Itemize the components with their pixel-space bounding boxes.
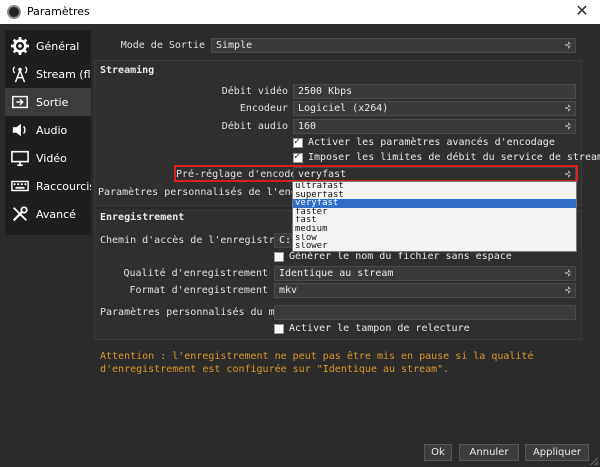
advanced-encoding-checkbox[interactable] (293, 136, 303, 148)
sidebar: Général Stream (flux) Sortie Audio Vidéo… (5, 30, 91, 235)
streaming-section-title: Streaming (100, 65, 155, 76)
replay-buffer-checkbox[interactable] (274, 323, 284, 334)
preset-option[interactable]: faster (293, 208, 576, 217)
bitrate-limits-checkbox[interactable] (293, 151, 303, 163)
muxer-settings-label: Paramètres personnalisés du muxer (100, 307, 299, 318)
preset-option[interactable]: superfast (293, 191, 576, 200)
audio-bitrate-select[interactable]: 160 (293, 119, 576, 134)
sidebar-item-label: Sortie (36, 95, 69, 109)
output-icon (9, 93, 31, 111)
no-space-filename-checkbox-row[interactable]: Générer le nom du fichier sans espace (274, 251, 512, 262)
sidebar-item-label: Audio (36, 123, 68, 137)
sidebar-item-output[interactable]: Sortie (5, 88, 91, 116)
sidebar-item-label: Vidéo (36, 151, 67, 165)
audio-bitrate-label: Débit audio (221, 121, 288, 132)
window-title: Paramètres (27, 5, 90, 18)
sidebar-item-advanced[interactable]: Avancé (5, 200, 91, 228)
sidebar-item-audio[interactable]: Audio (5, 116, 91, 144)
recording-quality-select[interactable]: Identique au stream (274, 266, 576, 281)
cancel-button[interactable]: Annuler (459, 444, 519, 461)
ok-button[interactable]: Ok (424, 444, 452, 461)
obs-logo-icon (7, 5, 21, 19)
title-bar: Paramètres ✕ (0, 0, 600, 24)
recording-path-label: Chemin d'accès de l'enregistrement (100, 235, 305, 246)
encoder-label: Encodeur (239, 103, 288, 114)
resize-grip-icon[interactable] (590, 457, 598, 465)
apply-button[interactable]: Appliquer (525, 444, 589, 461)
muxer-settings-input[interactable] (274, 305, 576, 320)
bitrate-limits-checkbox-row[interactable]: Imposer les limites de débit du service … (293, 151, 600, 163)
advanced-encoding-checkbox-row[interactable]: Activer les paramètres avancés d'encodag… (293, 136, 555, 148)
video-bitrate-label: Débit vidéo (221, 86, 288, 97)
preset-option[interactable]: slower (293, 242, 576, 251)
pause-warning-text: Attention : l'enregistrement ne peut pas… (100, 351, 534, 375)
keyboard-icon (9, 177, 31, 195)
preset-option[interactable]: slow (293, 234, 576, 243)
replay-buffer-label: Activer le tampon de relecture (289, 323, 470, 334)
monitor-icon (9, 149, 31, 167)
recording-section-title: Enregistrement (100, 212, 185, 223)
gear-icon (9, 37, 31, 55)
custom-encoder-settings-label: Paramètres personnalisés de l'encodeur (98, 187, 327, 198)
preset-option[interactable]: fast (293, 216, 576, 225)
preset-highlight-box (174, 165, 578, 182)
speaker-icon (9, 121, 31, 139)
antenna-icon (9, 65, 31, 83)
no-space-filename-checkbox[interactable] (274, 251, 284, 262)
close-icon[interactable]: ✕ (572, 1, 592, 20)
encoder-select[interactable]: Logiciel (x264) (293, 101, 576, 116)
video-bitrate-input[interactable]: 2500 Kbps (293, 84, 576, 99)
advanced-encoding-label: Activer les paramètres avancés d'encodag… (308, 137, 555, 148)
preset-option-selected[interactable]: veryfast (293, 199, 576, 208)
recording-format-select[interactable]: mkv (274, 283, 576, 298)
recording-quality-label: Qualité d'enregistrement (123, 268, 269, 279)
replay-buffer-checkbox-row[interactable]: Activer le tampon de relecture (274, 323, 470, 334)
sidebar-item-label: Général (36, 39, 80, 53)
preset-option[interactable]: medium (293, 225, 576, 234)
sidebar-item-video[interactable]: Vidéo (5, 144, 91, 172)
no-space-filename-label: Générer le nom du fichier sans espace (289, 251, 512, 262)
preset-dropdown-list[interactable]: ultrafast superfast veryfast faster fast… (292, 181, 577, 252)
output-mode-select[interactable]: Simple (211, 38, 576, 53)
output-mode-label: Mode de Sortie (120, 40, 205, 51)
tools-icon (9, 205, 31, 223)
sidebar-item-label: Avancé (36, 207, 76, 221)
preset-option[interactable]: ultrafast (293, 182, 576, 191)
sidebar-item-hotkeys[interactable]: Raccourcis cl (5, 172, 91, 200)
recording-format-label: Format d'enregistrement (129, 285, 268, 296)
bitrate-limits-label: Imposer les limites de débit du service … (308, 152, 600, 163)
sidebar-item-general[interactable]: Général (5, 32, 91, 60)
sidebar-item-label: Stream (flux) (36, 67, 91, 81)
sidebar-item-label: Raccourcis cl (36, 179, 91, 193)
sidebar-item-stream[interactable]: Stream (flux) (5, 60, 91, 88)
